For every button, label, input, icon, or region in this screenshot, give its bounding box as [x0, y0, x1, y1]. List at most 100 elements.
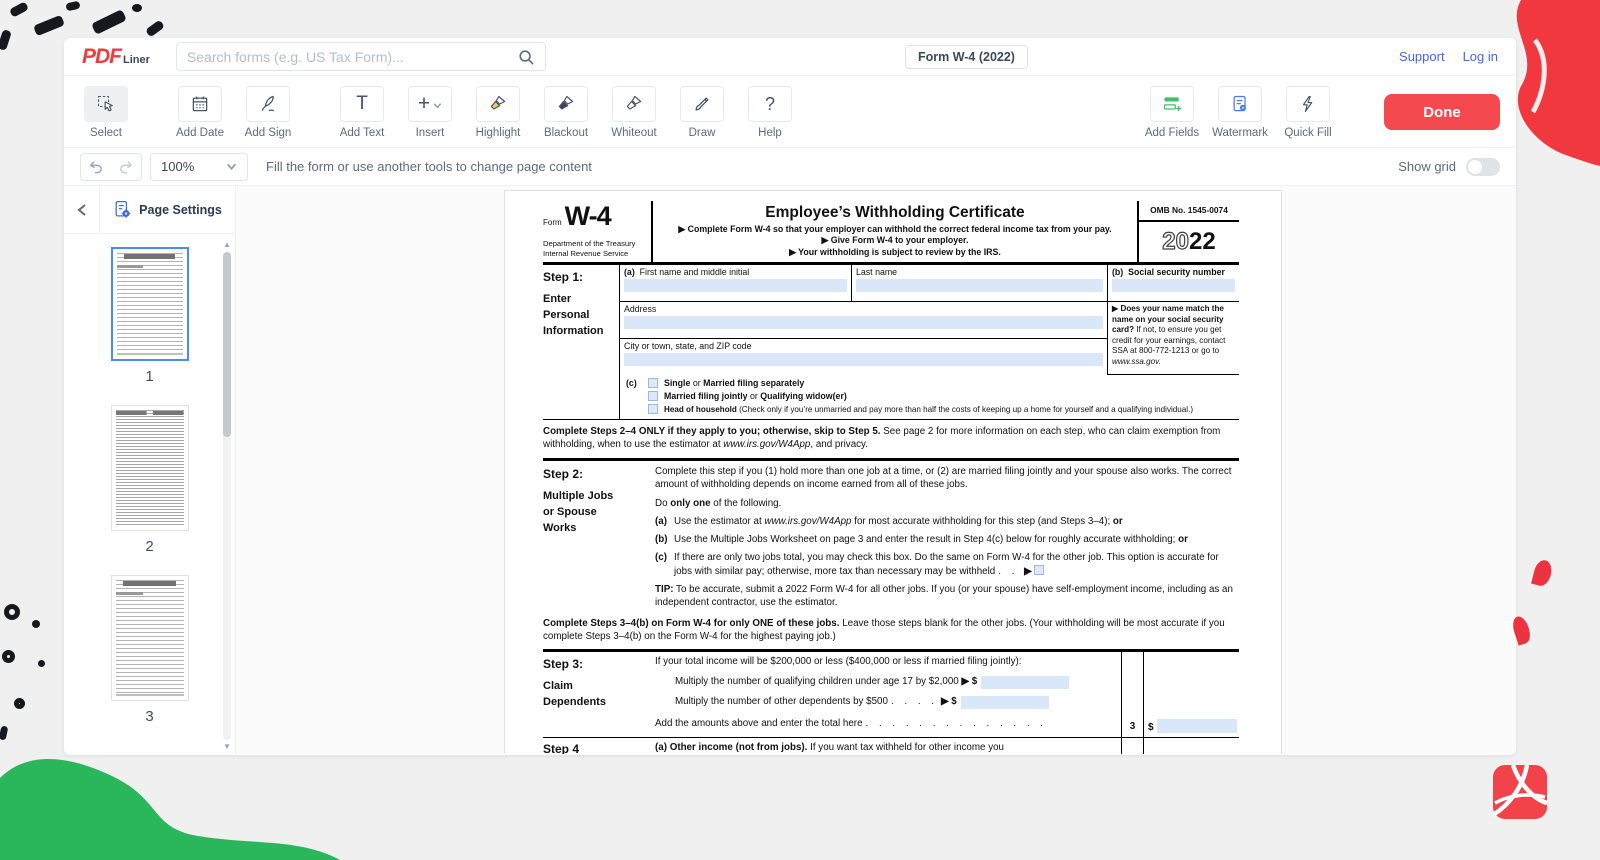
dept-line1: Department of the Treasury	[543, 239, 647, 249]
select-tool-button[interactable]: Select	[80, 86, 132, 139]
tool-label: Insert	[416, 127, 445, 139]
decoration-dot	[38, 660, 45, 667]
step1-sub2: Personal	[543, 308, 619, 324]
document-title-badge: Form W-4 (2022)	[905, 45, 1028, 69]
two-jobs-checkbox[interactable]	[1034, 565, 1044, 575]
first-name-input[interactable]	[624, 279, 847, 292]
step3-total-input[interactable]	[1157, 719, 1237, 733]
search-icon	[517, 48, 535, 66]
draw-pen-icon	[692, 94, 712, 114]
search-input[interactable]	[187, 49, 517, 65]
ssa-notice: ▶ Does your name match the name on your …	[1107, 302, 1239, 375]
redo-button[interactable]	[111, 154, 141, 180]
highlight-brush-icon	[488, 94, 508, 114]
ssn-label: Social security number	[1128, 267, 1225, 277]
highlight-button[interactable]: Highlight	[472, 86, 524, 139]
sidebar-header: Page Settings	[64, 186, 235, 234]
scroll-up-icon[interactable]: ▲	[222, 240, 232, 250]
married-checkbox[interactable]	[648, 391, 658, 401]
address-label: Address	[624, 304, 1103, 314]
step3-label: Step 3:	[543, 657, 655, 671]
step2-sub3: Works	[543, 521, 655, 537]
field-c-tag: (c)	[626, 378, 648, 414]
step2-sub2: or Spouse	[543, 505, 655, 521]
select-cursor-icon	[96, 94, 116, 114]
toolbar-right: Add Fields Watermark Quick Fill Done	[1146, 86, 1500, 139]
undo-button[interactable]	[81, 154, 111, 180]
pages-sidebar: Page Settings 1 2 3 ▲	[64, 186, 236, 754]
app-window: PDF Liner Form W-4 (2022) Support Log in…	[64, 38, 1516, 755]
topbar-center: Form W-4 (2022)	[546, 45, 1387, 69]
draw-button[interactable]: Draw	[676, 86, 728, 139]
step2-tip: TIP: To be accurate, submit a 2022 Form …	[655, 584, 1239, 610]
logo-liner-text: Liner	[123, 54, 150, 66]
city-input[interactable]	[624, 353, 1103, 366]
step2-option-c: (c) If there are only two jobs total, yo…	[655, 552, 1239, 579]
pdfliner-logo[interactable]: PDF Liner	[82, 45, 150, 69]
insert-button[interactable]: + Insert	[404, 86, 456, 139]
whiteout-button[interactable]: Whiteout	[608, 86, 660, 139]
tool-label: Watermark	[1212, 127, 1268, 139]
tool-label: Select	[90, 127, 122, 139]
address-input[interactable]	[624, 316, 1103, 329]
filing-status-single: Single or Married filing separately	[648, 378, 1235, 388]
steps-3-4-note: Complete Steps 3–4(b) on Form W-4 for on…	[543, 617, 1239, 649]
decoration-dot	[132, 4, 142, 12]
step4-label: Step 4	[543, 738, 655, 754]
thumbnail-list: 1 2 3	[64, 234, 235, 725]
chevron-left-icon	[76, 203, 88, 217]
sidebar-scrollbar[interactable]: ▲ ▼	[222, 240, 232, 752]
login-link[interactable]: Log in	[1463, 49, 1498, 64]
step2-section: Step 2: Multiple Jobs or Spouse Works Co…	[543, 461, 1239, 617]
show-grid-control: Show grid	[1398, 158, 1500, 176]
tool-label: Blackout	[544, 127, 588, 139]
step2-paragraph-2: Do only one of the following.	[655, 498, 1239, 511]
blackout-button[interactable]: Blackout	[540, 86, 592, 139]
search-box[interactable]	[176, 42, 546, 71]
page-number: 3	[145, 708, 153, 725]
show-grid-label: Show grid	[1398, 159, 1456, 174]
help-button[interactable]: ? Help	[744, 86, 796, 139]
add-fields-button[interactable]: Add Fields	[1146, 86, 1198, 139]
single-checkbox[interactable]	[648, 378, 658, 388]
support-link[interactable]: Support	[1399, 49, 1445, 64]
done-button[interactable]: Done	[1384, 94, 1500, 130]
page-thumbnail-1[interactable]: 1	[64, 247, 235, 385]
step3-total-amount: $	[1143, 652, 1239, 736]
add-text-button[interactable]: T Add Text	[336, 86, 388, 139]
watermark-button[interactable]: Watermark	[1214, 86, 1266, 139]
quick-fill-button[interactable]: Quick Fill	[1282, 86, 1334, 139]
tool-label: Whiteout	[611, 127, 656, 139]
last-name-label: Last name	[856, 267, 1103, 277]
top-bar: PDF Liner Form W-4 (2022) Support Log in	[64, 38, 1516, 76]
show-grid-toggle[interactable]	[1466, 158, 1500, 176]
step2-paragraph-1: Complete this step if you (1) hold more …	[655, 466, 1239, 492]
dept-line2: Internal Revenue Service	[543, 249, 647, 259]
step3-section: Step 3: Claim Dependents If your total i…	[543, 649, 1239, 736]
watermark-icon	[1230, 94, 1250, 114]
first-name-label: First name and middle initial	[640, 267, 750, 277]
other-dependents-input[interactable]	[961, 696, 1049, 709]
sub-toolbar: 100% Fill the form or use another tools …	[64, 148, 1516, 186]
qualifying-children-input[interactable]	[981, 676, 1069, 689]
zoom-select[interactable]: 100%	[150, 153, 248, 181]
head-of-household-checkbox[interactable]	[648, 404, 658, 414]
add-sign-button[interactable]: Add Sign	[242, 86, 294, 139]
step3-total-line: Add the amounts above and enter the tota…	[655, 718, 1117, 731]
scrollbar-thumb[interactable]	[223, 252, 231, 437]
step4-section: Step 4 (a) Other income (not from jobs).…	[543, 737, 1239, 754]
last-name-input[interactable]	[856, 279, 1103, 292]
step2-option-b: (b) Use the Multiple Jobs Worksheet on p…	[655, 534, 1239, 547]
page-number: 1	[145, 368, 153, 385]
filing-status-hoh: Head of household (Check only if you’re …	[648, 404, 1235, 414]
undo-icon	[88, 159, 104, 175]
page-thumbnail-2[interactable]: 2	[64, 405, 235, 555]
add-date-button[interactable]: Add Date	[174, 86, 226, 139]
scroll-down-icon[interactable]: ▼	[222, 742, 232, 752]
decoration-dash	[145, 20, 165, 38]
tool-label: Add Text	[340, 127, 385, 139]
page-thumbnail-3[interactable]: 3	[64, 575, 235, 725]
collapse-sidebar-button[interactable]	[64, 186, 100, 233]
ssn-input[interactable]	[1112, 279, 1235, 292]
page-settings-button[interactable]: Page Settings	[100, 186, 235, 233]
